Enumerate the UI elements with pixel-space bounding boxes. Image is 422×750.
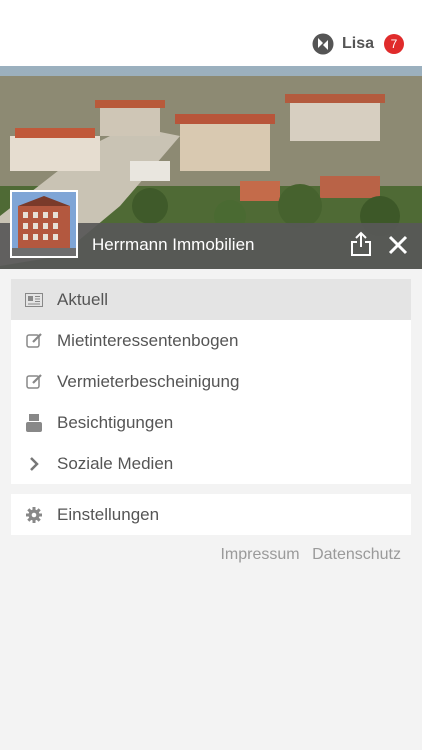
share-icon[interactable]: [350, 231, 372, 257]
user-menu[interactable]: Lisa 7: [312, 32, 404, 56]
company-thumbnail: [10, 190, 78, 258]
impressum-link[interactable]: Impressum: [220, 546, 299, 563]
youtube-icon: [25, 413, 43, 432]
gear-icon: [25, 506, 43, 524]
menu-item-label: Einstellungen: [57, 504, 160, 524]
settings-menu: Einstellungen: [11, 494, 411, 535]
menu-item-label: Mietinteressentenbogen: [57, 330, 239, 350]
menu-item-einstellungen[interactable]: Einstellungen: [11, 494, 411, 535]
menu-item-label: Vermieterbescheinigung: [57, 371, 240, 391]
footer-links: Impressum Datenschutz: [212, 546, 401, 564]
edit-icon: [25, 332, 43, 350]
menu-item-label: Besichtigungen: [57, 412, 174, 432]
main-menu: Aktuell Mietinteressentenbogen Vermieter…: [11, 279, 411, 484]
menu-item-label: Soziale Medien: [57, 453, 174, 473]
menu-item-vermieterbescheinigung[interactable]: Vermieterbescheinigung: [11, 361, 411, 402]
chevron-right-icon: [25, 455, 43, 473]
close-icon[interactable]: [388, 235, 408, 255]
user-name[interactable]: Lisa: [342, 35, 374, 53]
datenschutz-link[interactable]: Datenschutz: [312, 546, 401, 563]
app-logo-icon: [312, 33, 334, 55]
menu-item-soziale-medien[interactable]: Soziale Medien: [11, 443, 411, 484]
company-title: Herrmann Immobilien: [92, 235, 255, 254]
newspaper-icon: [25, 291, 43, 309]
menu-item-besichtigungen[interactable]: Besichtigungen: [11, 402, 411, 443]
menu-item-label: Aktuell: [57, 289, 109, 309]
menu-item-mietinteressentenbogen[interactable]: Mietinteressentenbogen: [11, 320, 411, 361]
edit-icon: [25, 373, 43, 391]
menu-item-aktuell[interactable]: Aktuell: [11, 279, 411, 320]
notification-badge[interactable]: 7: [384, 34, 404, 54]
top-bar: Lisa 7: [0, 0, 422, 66]
